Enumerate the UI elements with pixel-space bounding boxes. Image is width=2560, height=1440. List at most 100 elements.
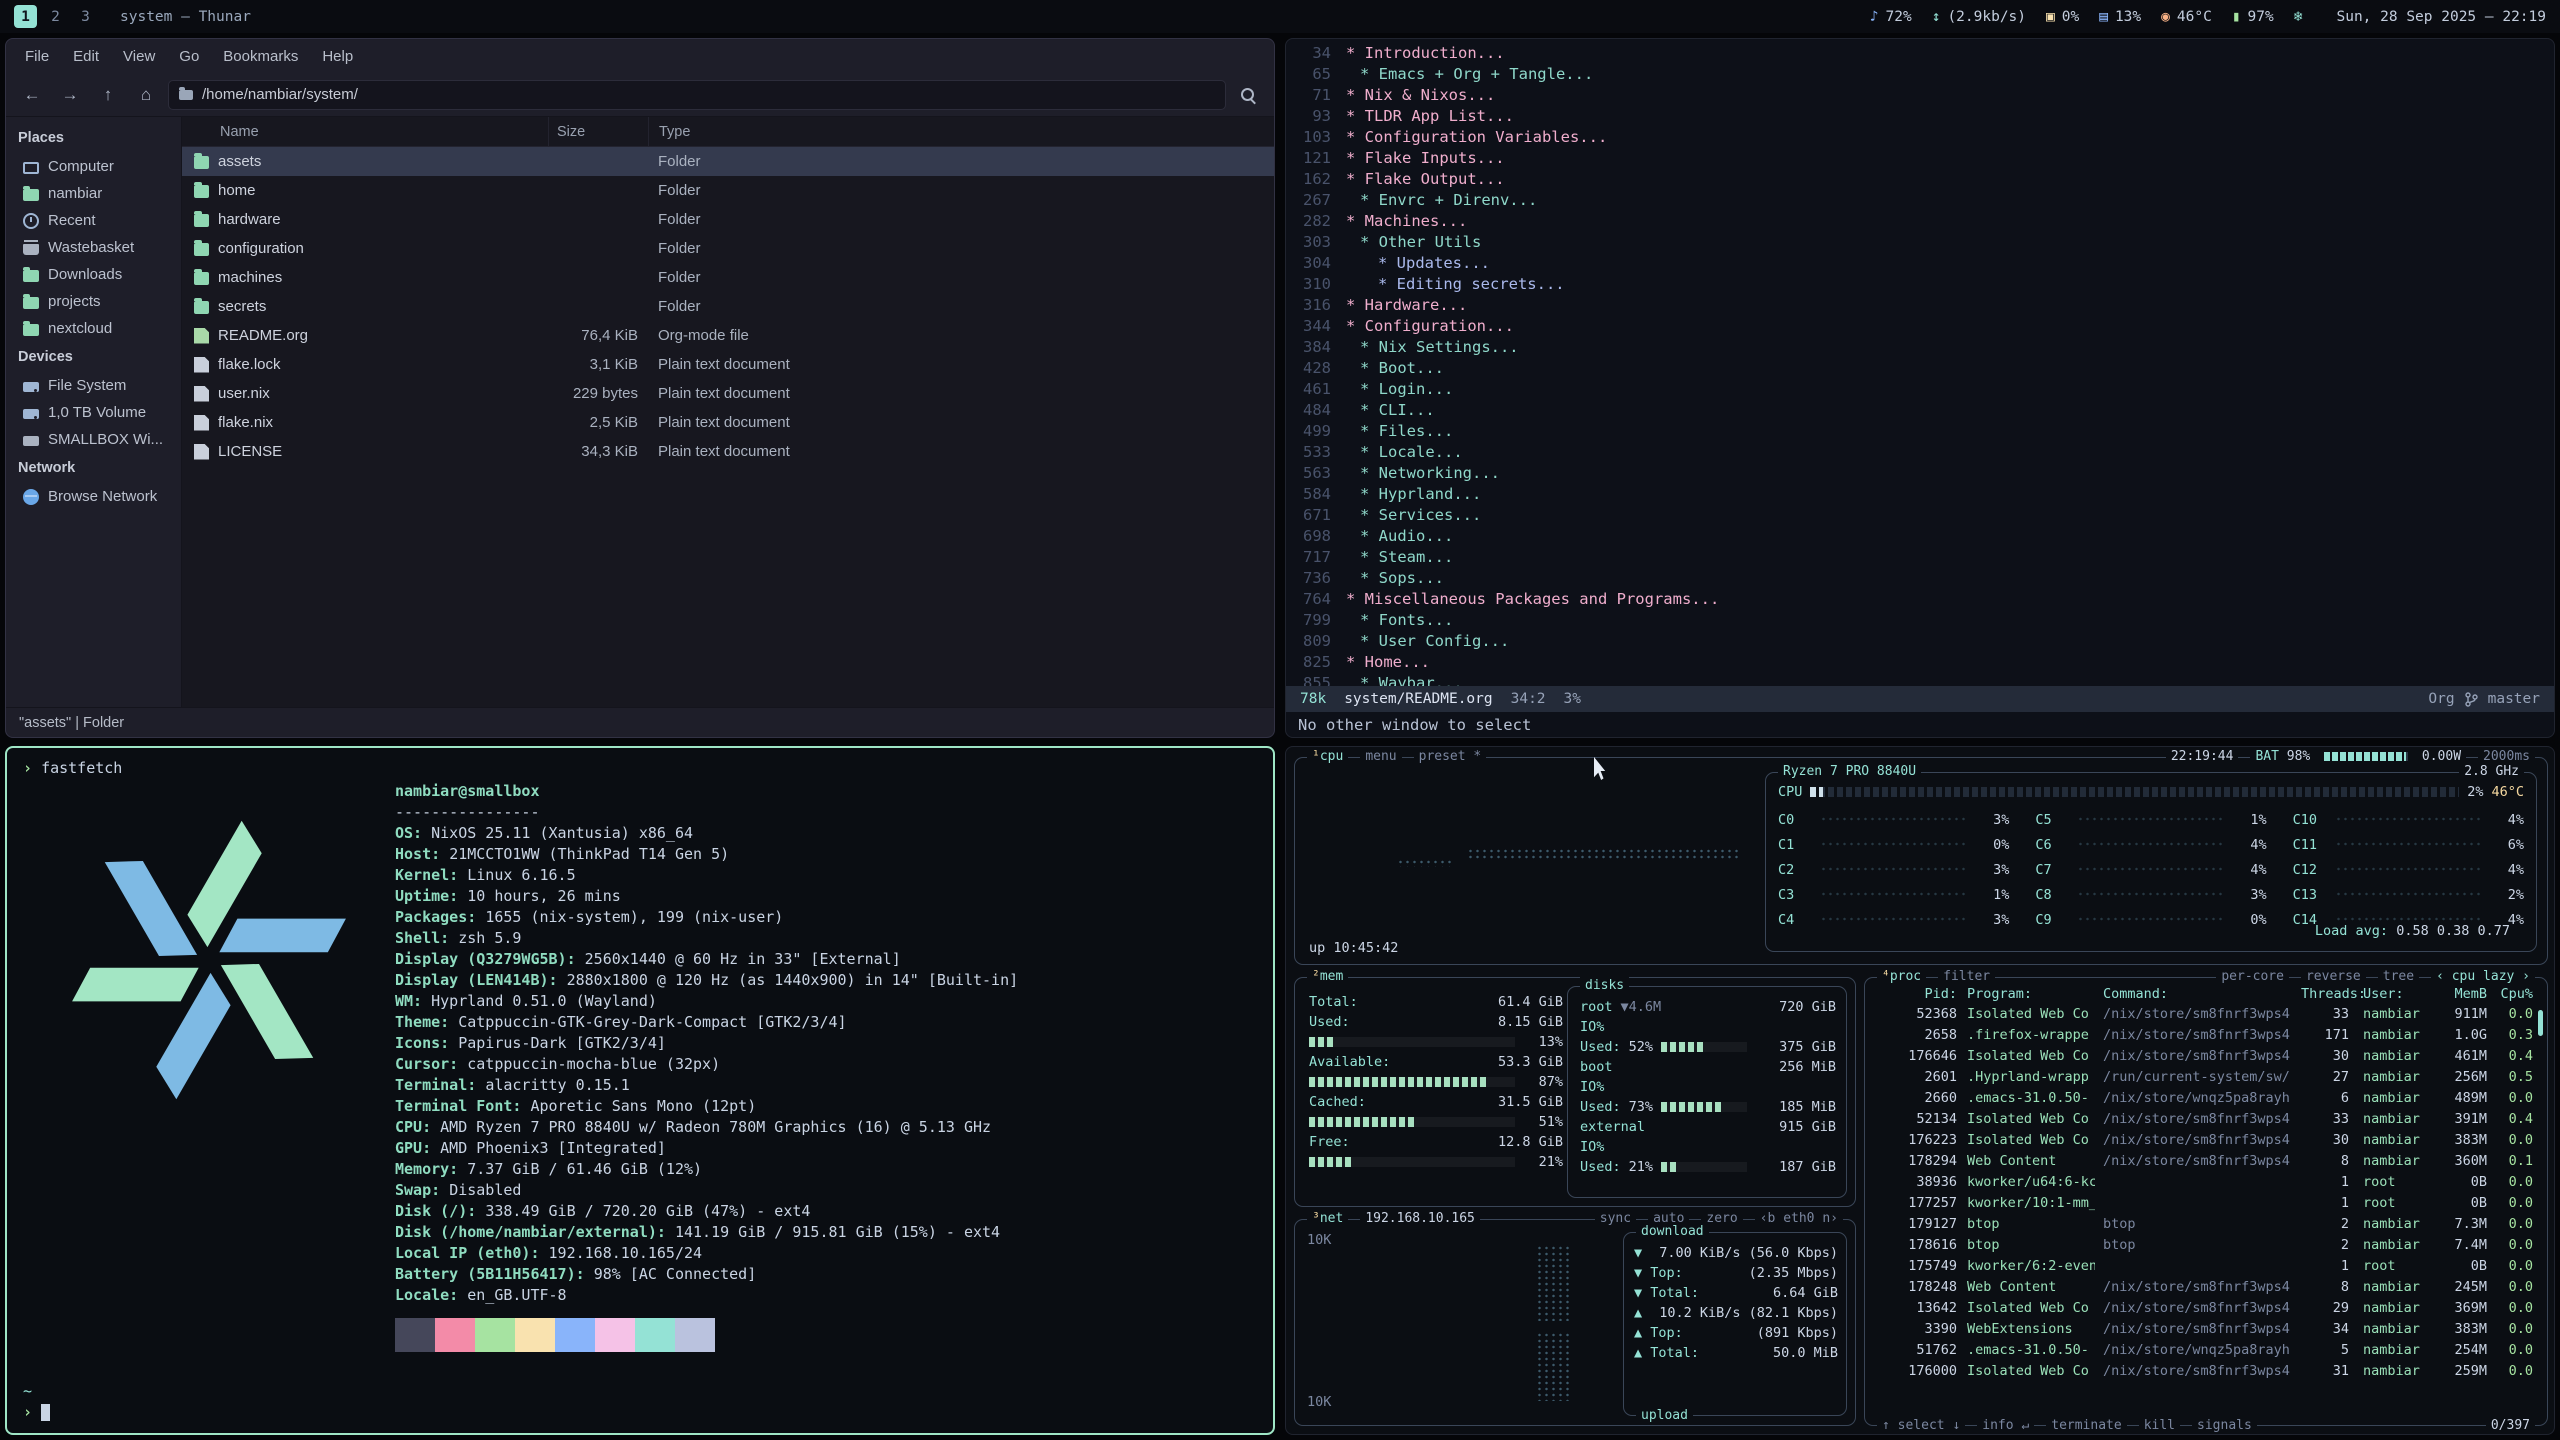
- org-heading-line[interactable]: 533 * Locale...: [1286, 442, 2554, 463]
- sort-selector[interactable]: ‹ cpu lazy ›: [2431, 968, 2535, 986]
- process-row[interactable]: 178248 Web Content /nix/store/sm8fnrf3wp…: [1873, 1277, 2537, 1298]
- org-heading-line[interactable]: 93 * TLDR App List...: [1286, 106, 2554, 127]
- search-button[interactable]: [1232, 80, 1264, 110]
- process-row[interactable]: 2660 .emacs-31.0.50- /nix/store/wnqz5pa8…: [1873, 1088, 2537, 1109]
- back-button[interactable]: ←: [16, 80, 48, 110]
- proc-control-button[interactable]: reverse: [2301, 968, 2366, 986]
- sidebar-item[interactable]: projects: [6, 288, 181, 315]
- net-control-button[interactable]: sync: [1595, 1210, 1636, 1228]
- workspace-button[interactable]: 2: [44, 5, 67, 28]
- file-row[interactable]: LICENSE 34,3 KiB Plain text document: [182, 437, 1274, 466]
- process-row[interactable]: 38936 kworker/u64:6-kc 1 root 0B 0.0: [1873, 1172, 2537, 1193]
- org-heading-line[interactable]: 384 * Nix Settings...: [1286, 337, 2554, 358]
- process-row[interactable]: 177257 kworker/10:1-mm_ 1 root 0B 0.0: [1873, 1193, 2537, 1214]
- home-button[interactable]: ⌂: [130, 80, 162, 110]
- org-heading-line[interactable]: 310 * Editing secrets...: [1286, 274, 2554, 295]
- sidebar-item[interactable]: File System: [6, 372, 181, 399]
- org-heading-line[interactable]: 103 * Configuration Variables...: [1286, 127, 2554, 148]
- proc-control-button[interactable]: per-core: [2216, 968, 2289, 986]
- org-heading-line[interactable]: 671 * Services...: [1286, 505, 2554, 526]
- sidebar-item[interactable]: Browse Network: [6, 483, 181, 510]
- file-row[interactable]: user.nix 229 bytes Plain text document: [182, 379, 1274, 408]
- process-row[interactable]: 176223 Isolated Web Co /nix/store/sm8fnr…: [1873, 1130, 2537, 1151]
- org-heading-line[interactable]: 428 * Boot...: [1286, 358, 2554, 379]
- process-row[interactable]: 179127 btop btop 2 nambiar 7.3M 0.0: [1873, 1214, 2537, 1235]
- org-heading-line[interactable]: 717 * Steam...: [1286, 547, 2554, 568]
- org-heading-line[interactable]: 484 * CLI...: [1286, 400, 2554, 421]
- org-heading-line[interactable]: 304 * Updates...: [1286, 253, 2554, 274]
- process-row[interactable]: 178294 Web Content /nix/store/sm8fnrf3wp…: [1873, 1151, 2537, 1172]
- sidebar-item[interactable]: 1,0 TB Volume: [6, 399, 181, 426]
- org-heading-line[interactable]: 71 * Nix & Nixos...: [1286, 85, 2554, 106]
- proc-scrollbar[interactable]: [2538, 1010, 2543, 1036]
- column-header-size[interactable]: Size: [548, 117, 648, 146]
- menu-item[interactable]: Help: [311, 44, 364, 69]
- org-heading-line[interactable]: 65 * Emacs + Org + Tangle...: [1286, 64, 2554, 85]
- process-row[interactable]: 2658 .firefox-wrappe /nix/store/sm8fnrf3…: [1873, 1025, 2537, 1046]
- sidebar-item[interactable]: Wastebasket: [6, 234, 181, 261]
- sidebar-item[interactable]: Computer: [6, 153, 181, 180]
- org-heading-line[interactable]: 584 * Hyprland...: [1286, 484, 2554, 505]
- org-heading-line[interactable]: 282 * Machines...: [1286, 211, 2554, 232]
- org-heading-line[interactable]: 34 * Introduction...: [1286, 43, 2554, 64]
- proc-footer-button[interactable]: terminate: [2046, 1417, 2126, 1435]
- process-row[interactable]: 176000 Isolated Web Co /nix/store/sm8fnr…: [1873, 1361, 2537, 1382]
- file-row[interactable]: machines Folder: [182, 263, 1274, 292]
- path-bar[interactable]: /home/nambiar/system/: [168, 80, 1226, 110]
- org-heading-line[interactable]: 344 * Configuration...: [1286, 316, 2554, 337]
- org-heading-line[interactable]: 267 * Envrc + Direnv...: [1286, 190, 2554, 211]
- org-heading-line[interactable]: 698 * Audio...: [1286, 526, 2554, 547]
- btop-preset-button[interactable]: preset *: [1414, 748, 1487, 766]
- forward-button[interactable]: →: [54, 80, 86, 110]
- sidebar-item[interactable]: SMALLBOX Wi...: [6, 426, 181, 453]
- menu-item[interactable]: Edit: [62, 44, 110, 69]
- file-row[interactable]: secrets Folder: [182, 292, 1274, 321]
- process-row[interactable]: 175749 kworker/6:2-even 1 root 0B 0.0: [1873, 1256, 2537, 1277]
- menu-item[interactable]: File: [14, 44, 60, 69]
- org-heading-line[interactable]: 825 * Home...: [1286, 652, 2554, 673]
- org-heading-line[interactable]: 461 * Login...: [1286, 379, 2554, 400]
- up-button[interactable]: ↑: [92, 80, 124, 110]
- proc-control-button[interactable]: tree: [2378, 968, 2419, 986]
- column-header-type[interactable]: Type: [648, 117, 1274, 146]
- org-heading-line[interactable]: 499 * Files...: [1286, 421, 2554, 442]
- file-row[interactable]: home Folder: [182, 176, 1274, 205]
- process-row[interactable]: 2601 .Hyprland-wrapp /run/current-system…: [1873, 1067, 2537, 1088]
- file-row[interactable]: flake.lock 3,1 KiB Plain text document: [182, 350, 1274, 379]
- proc-footer-button[interactable]: ↑ select ↓: [1877, 1417, 1965, 1435]
- proc-footer-button[interactable]: info ↵: [1977, 1417, 2034, 1435]
- workspace-button[interactable]: 3: [74, 5, 97, 28]
- org-heading-line[interactable]: 736 * Sops...: [1286, 568, 2554, 589]
- btop-menu-button[interactable]: menu: [1360, 748, 1401, 766]
- workspace-button[interactable]: 1: [14, 5, 37, 28]
- org-heading-line[interactable]: 303 * Other Utils: [1286, 232, 2554, 253]
- column-header-name[interactable]: Name: [182, 124, 548, 140]
- org-heading-line[interactable]: 162 * Flake Output...: [1286, 169, 2554, 190]
- filter-button[interactable]: filter: [1938, 968, 1995, 986]
- proc-footer-button[interactable]: signals: [2192, 1417, 2257, 1435]
- org-buffer[interactable]: 34 * Introduction... 65 * Emacs + Org + …: [1286, 39, 2554, 686]
- org-heading-line[interactable]: 809 * User Config...: [1286, 631, 2554, 652]
- file-row[interactable]: configuration Folder: [182, 234, 1274, 263]
- menu-item[interactable]: Bookmarks: [212, 44, 309, 69]
- sidebar-item[interactable]: Downloads: [6, 261, 181, 288]
- sidebar-item[interactable]: Recent: [6, 207, 181, 234]
- file-row[interactable]: assets Folder: [182, 147, 1274, 176]
- process-row[interactable]: 176646 Isolated Web Co /nix/store/sm8fnr…: [1873, 1046, 2537, 1067]
- process-row[interactable]: 51762 .emacs-31.0.50- /nix/store/wnqz5pa…: [1873, 1340, 2537, 1361]
- org-heading-line[interactable]: 799 * Fonts...: [1286, 610, 2554, 631]
- process-row[interactable]: 13642 Isolated Web Co /nix/store/sm8fnrf…: [1873, 1298, 2537, 1319]
- file-row[interactable]: README.org 76,4 KiB Org-mode file: [182, 321, 1274, 350]
- file-row[interactable]: flake.nix 2,5 KiB Plain text document: [182, 408, 1274, 437]
- process-row[interactable]: 52368 Isolated Web Co /nix/store/sm8fnrf…: [1873, 1004, 2537, 1025]
- sidebar-item[interactable]: nextcloud: [6, 315, 181, 342]
- menu-item[interactable]: View: [112, 44, 166, 69]
- process-row[interactable]: 3390 WebExtensions /nix/store/sm8fnrf3wp…: [1873, 1319, 2537, 1340]
- sidebar-item[interactable]: nambiar: [6, 180, 181, 207]
- org-heading-line[interactable]: 563 * Networking...: [1286, 463, 2554, 484]
- process-row[interactable]: 178616 btop btop 2 nambiar 7.4M 0.0: [1873, 1235, 2537, 1256]
- process-row[interactable]: 52134 Isolated Web Co /nix/store/sm8fnrf…: [1873, 1109, 2537, 1130]
- file-row[interactable]: hardware Folder: [182, 205, 1274, 234]
- org-heading-line[interactable]: 121 * Flake Inputs...: [1286, 148, 2554, 169]
- org-heading-line[interactable]: 855 * Waybar...: [1286, 673, 2554, 686]
